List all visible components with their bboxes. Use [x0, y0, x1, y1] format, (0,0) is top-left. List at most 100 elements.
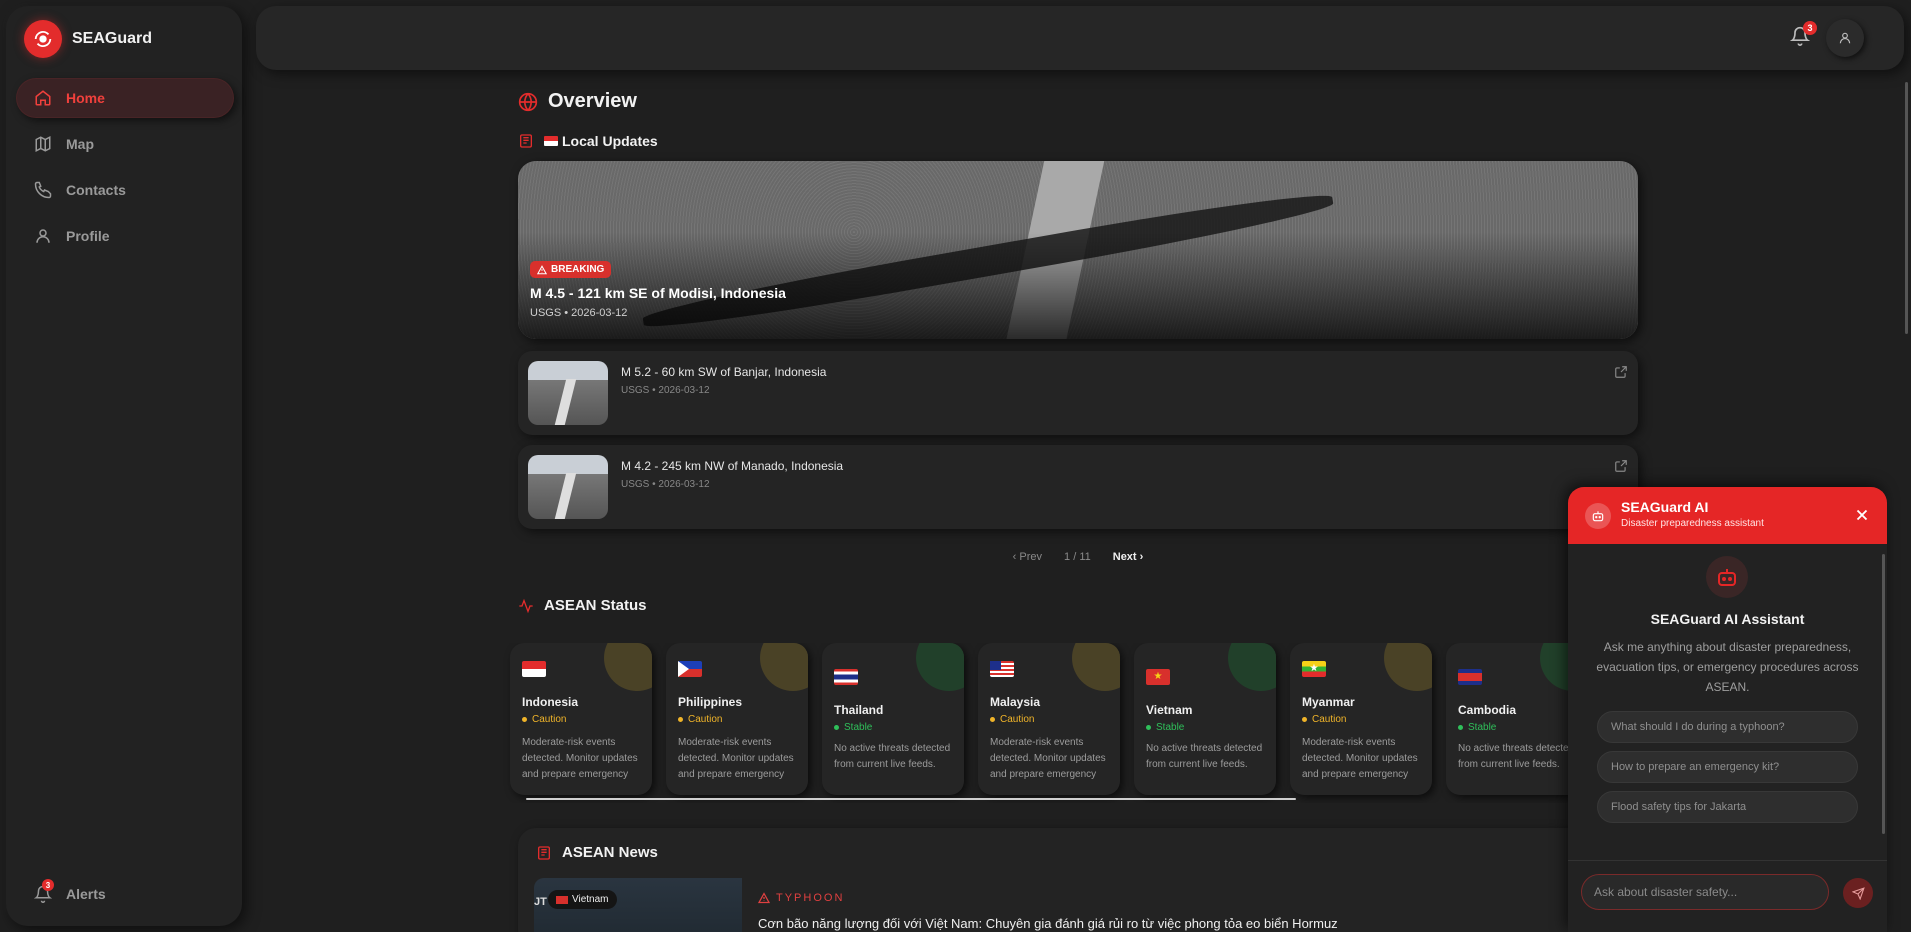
- activity-icon: [519, 598, 533, 613]
- alerts-label: Alerts: [66, 886, 106, 902]
- news-item[interactable]: M 5.2 - 60 km SW of Banjar, Indonesia US…: [518, 351, 1638, 435]
- user-icon: [1839, 32, 1851, 44]
- sidebar-item-map[interactable]: Map: [16, 124, 234, 164]
- country-name: Cambodia: [1458, 703, 1517, 717]
- chat-input[interactable]: [1581, 874, 1829, 910]
- external-link-icon[interactable]: [1614, 365, 1628, 379]
- hero-meta: USGS • 2026-03-12: [530, 307, 628, 319]
- breaking-news-card[interactable]: BREAKING M 4.5 - 121 km SE of Modisi, In…: [518, 161, 1638, 339]
- status-badge: Stable: [1458, 722, 1496, 733]
- topbar: 3: [256, 6, 1904, 70]
- sidebar-item-label: Home: [66, 90, 105, 106]
- user-icon: [36, 229, 50, 243]
- cambodia-flag-icon: [1458, 669, 1482, 685]
- close-icon[interactable]: [1853, 506, 1871, 524]
- status-label: Caution: [1000, 714, 1035, 725]
- philippines-flag-icon: [678, 661, 702, 677]
- status-label: Stable: [844, 722, 873, 733]
- country-card-philippines[interactable]: Philippines Caution Moderate-risk events…: [666, 643, 808, 795]
- country-card-myanmar[interactable]: ★ Myanmar Caution Moderate-risk events d…: [1290, 643, 1432, 795]
- news-title: M 5.2 - 60 km SW of Banjar, Indonesia: [621, 365, 827, 379]
- vietnam-flag-icon: [556, 895, 568, 904]
- sidebar-item-alerts[interactable]: 3 Alerts: [16, 874, 234, 914]
- warning-icon: [537, 264, 547, 274]
- next-label: Next: [1112, 551, 1137, 563]
- user-menu-button[interactable]: [1826, 19, 1864, 57]
- sidebar-item-label: Map: [66, 136, 94, 152]
- chat-scrollbar[interactable]: [1882, 554, 1885, 834]
- logo-icon: [24, 20, 62, 58]
- send-icon: [1851, 886, 1865, 900]
- indonesia-flag-icon: [544, 136, 558, 146]
- news-item[interactable]: M 4.2 - 245 km NW of Manado, Indonesia U…: [518, 445, 1638, 529]
- section-title: Local Updates: [562, 133, 658, 149]
- sidebar-item-label: Profile: [66, 228, 110, 244]
- status-label: Caution: [688, 714, 723, 725]
- sidebar-item-profile[interactable]: Profile: [16, 216, 234, 256]
- status-blob: [1072, 643, 1120, 691]
- prev-button[interactable]: ‹ Prev: [1013, 551, 1042, 563]
- notifications-button[interactable]: 3: [1789, 21, 1817, 48]
- news-meta: USGS • 2026-03-12: [621, 385, 710, 396]
- sidebar: SEAGuard Home Map Contacts Profile 3 Ale…: [6, 6, 242, 926]
- map-icon: [35, 136, 51, 152]
- suggestion-button[interactable]: Flood safety tips for Jakarta: [1597, 791, 1858, 823]
- breaking-label: BREAKING: [551, 264, 605, 275]
- country-card-vietnam[interactable]: ★ Vietnam Stable No active threats detec…: [1134, 643, 1276, 795]
- status-blob: [1228, 643, 1276, 691]
- external-link-icon[interactable]: [1614, 459, 1628, 473]
- page-scrollbar[interactable]: [1905, 82, 1908, 334]
- news-thumbnail: [528, 361, 608, 425]
- country-desc: Moderate-risk events detected. Monitor u…: [1302, 737, 1418, 780]
- suggestion-button[interactable]: How to prepare an emergency kit?: [1597, 751, 1858, 783]
- notification-count-badge: 3: [1803, 21, 1817, 35]
- alerts-count-badge: 3: [42, 879, 54, 891]
- news-thumbnail[interactable]: JT Vietnam: [534, 878, 742, 932]
- chat-title: SEAGuard AI: [1621, 499, 1709, 515]
- status-label: Stable: [1468, 722, 1497, 733]
- country-name: Philippines: [678, 695, 743, 709]
- suggestion-button[interactable]: What should I do during a typhoon?: [1597, 711, 1858, 743]
- country-name: Thailand: [834, 703, 884, 717]
- country-name: Indonesia: [522, 695, 579, 709]
- status-label: Stable: [1156, 722, 1185, 733]
- bell-icon: 3: [33, 879, 54, 903]
- news-title[interactable]: Cơn bão năng lượng đối với Việt Nam: Chu…: [758, 916, 1338, 931]
- country-name: Malaysia: [990, 695, 1041, 709]
- breaking-badge: BREAKING: [530, 261, 612, 278]
- status-badge: Caution: [522, 714, 566, 725]
- thailand-flag-icon: [834, 669, 858, 685]
- country-status-list: Indonesia Caution Moderate-risk events d…: [502, 643, 1622, 803]
- country-name: Myanmar: [1302, 695, 1355, 709]
- status-badge: Caution: [1302, 714, 1346, 725]
- asean-news-section: ASEAN News JT Vietnam TYPHOON Cơn bão nă…: [518, 828, 1638, 932]
- next-button[interactable]: Next ›: [1113, 551, 1144, 563]
- sidebar-nav: Home Map Contacts Profile: [16, 78, 234, 262]
- hero-shade: [518, 161, 1638, 339]
- country-name: Vietnam: [1146, 703, 1193, 717]
- assistant-title: SEAGuard AI Assistant: [1650, 611, 1805, 627]
- status-blob: [916, 643, 964, 691]
- status-badge: Caution: [990, 714, 1034, 725]
- asean-news-heading: ASEAN News: [536, 844, 658, 861]
- country-desc: Moderate-risk events detected. Monitor u…: [678, 737, 794, 780]
- news-thumbnail: [528, 455, 608, 519]
- indonesia-flag-icon: [522, 661, 546, 677]
- country-list-scrollbar[interactable]: [526, 798, 1296, 800]
- sidebar-item-home[interactable]: Home: [16, 78, 234, 118]
- country-card-indonesia[interactable]: Indonesia Caution Moderate-risk events d…: [510, 643, 652, 795]
- warning-icon: [758, 892, 770, 904]
- newspaper-icon: [520, 134, 532, 148]
- country-card-malaysia[interactable]: Malaysia Caution Moderate-risk events de…: [978, 643, 1120, 795]
- country-card-cambodia[interactable]: Cambodia Stable No active threats detect…: [1446, 643, 1588, 795]
- send-button[interactable]: [1843, 878, 1873, 908]
- sidebar-item-contacts[interactable]: Contacts: [16, 170, 234, 210]
- main-content: Overview Local Updates BREAKING M 4.5 - …: [510, 90, 1638, 932]
- country-badge: Vietnam: [548, 890, 617, 909]
- country-card-thailand[interactable]: Thailand Stable No active threats detect…: [822, 643, 964, 795]
- chat-header: SEAGuard AI Disaster preparedness assist…: [1568, 487, 1887, 544]
- vietnam-flag-icon: ★: [1146, 669, 1170, 685]
- brand[interactable]: SEAGuard: [24, 20, 152, 58]
- status-badge: Caution: [678, 714, 722, 725]
- assistant-description: Ask me anything about disaster preparedn…: [1596, 640, 1859, 694]
